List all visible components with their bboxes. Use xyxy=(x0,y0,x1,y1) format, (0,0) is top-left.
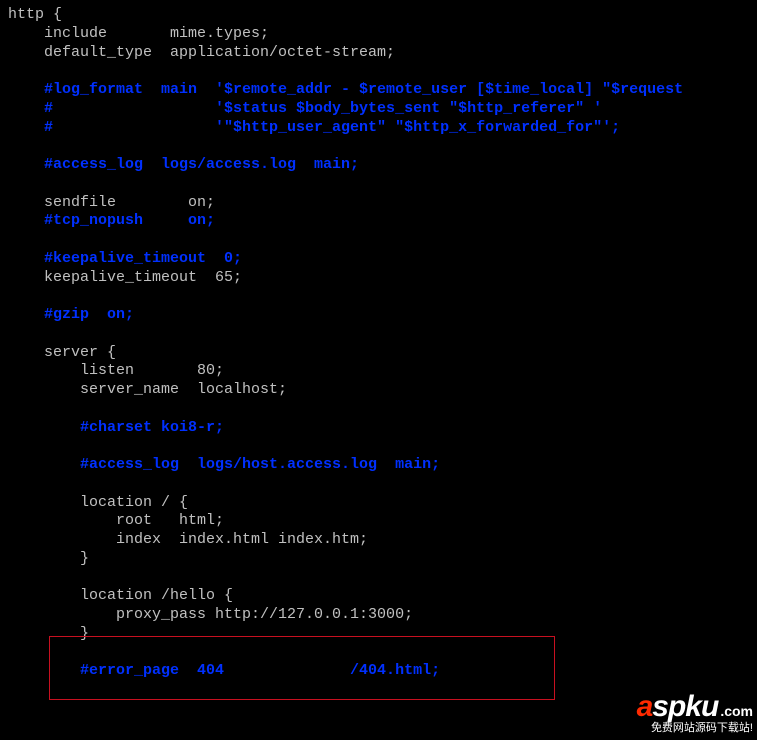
code-line: #keepalive_timeout 0; xyxy=(8,250,242,267)
code-line: server_name localhost; xyxy=(8,381,287,398)
code-line xyxy=(8,400,17,417)
code-line: #access_log logs/host.access.log main; xyxy=(8,456,440,473)
code-line xyxy=(8,62,17,79)
code-line: #tcp_nopush on; xyxy=(8,212,215,229)
code-line: #access_log logs/access.log main; xyxy=(8,156,359,173)
code-line: server { xyxy=(8,344,116,361)
watermark-main: aspku.com xyxy=(637,692,753,722)
code-line: # '$status $body_bytes_sent "$http_refer… xyxy=(8,100,602,117)
code-line: index index.html index.htm; xyxy=(8,531,368,548)
watermark-spku: spku xyxy=(652,690,718,723)
code-line: http { xyxy=(8,6,62,23)
code-line: } xyxy=(8,550,89,567)
code-line xyxy=(8,437,17,454)
code-line xyxy=(8,175,17,192)
code-line: location / { xyxy=(8,494,188,511)
code-line: keepalive_timeout 65; xyxy=(8,269,242,286)
code-line: sendfile on; xyxy=(8,194,215,211)
code-line: listen 80; xyxy=(8,362,224,379)
watermark-a: a xyxy=(637,690,653,723)
code-line: # '"$http_user_agent" "$http_x_forwarded… xyxy=(8,119,620,136)
code-line: #charset koi8-r; xyxy=(8,419,224,436)
code-line: #error_page 404 /404.html; xyxy=(8,662,440,679)
code-line xyxy=(8,569,17,586)
code-line: } xyxy=(8,625,89,642)
code-line xyxy=(8,644,17,661)
code-line xyxy=(8,475,17,492)
code-line: default_type application/octet-stream; xyxy=(8,44,395,61)
code-line: #gzip on; xyxy=(8,306,134,323)
code-line: #log_format main '$remote_addr - $remote… xyxy=(8,81,683,98)
code-block: http { include mime.types; default_type … xyxy=(0,0,757,681)
code-line: include mime.types; xyxy=(8,25,269,42)
watermark: aspku.com 免费网站源码下载站! xyxy=(637,692,753,736)
code-line xyxy=(8,325,17,342)
code-line: root html; xyxy=(8,512,224,529)
code-line xyxy=(8,231,17,248)
watermark-com: com xyxy=(724,703,753,719)
watermark-sub: 免费网站源码下载站! xyxy=(637,722,753,736)
code-line: proxy_pass http://127.0.0.1:3000; xyxy=(8,606,413,623)
code-line xyxy=(8,287,17,304)
code-line: location /hello { xyxy=(8,587,233,604)
code-line xyxy=(8,137,17,154)
